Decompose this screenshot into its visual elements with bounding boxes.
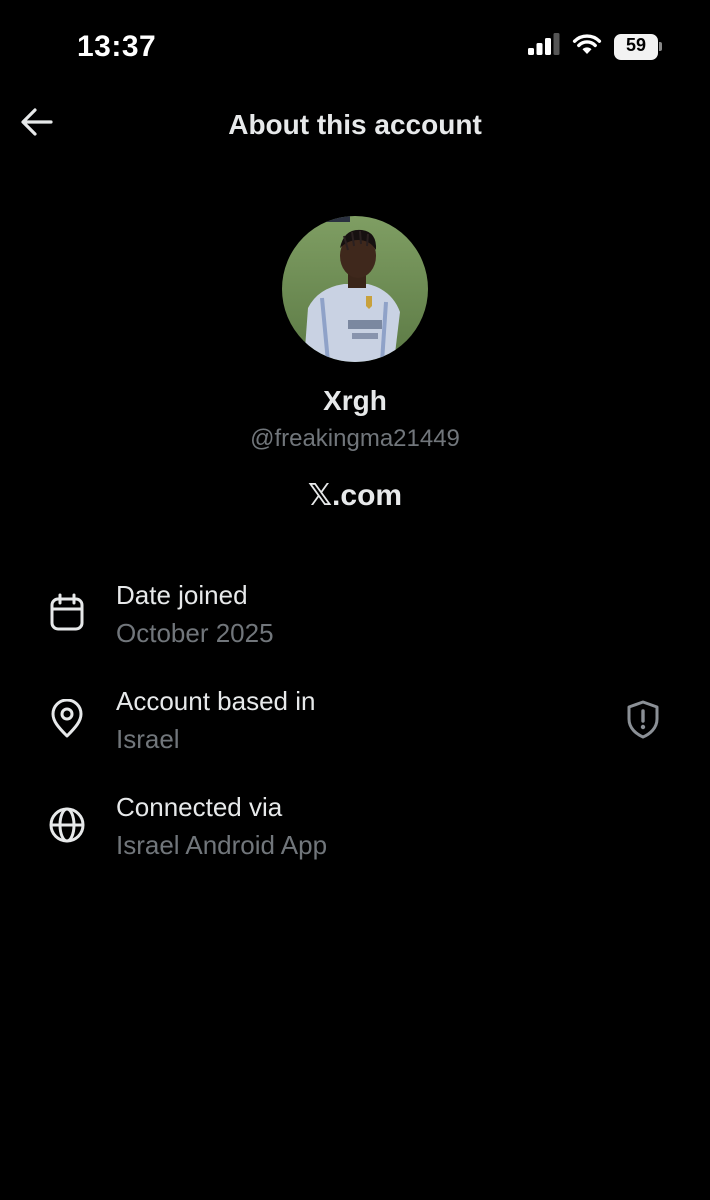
location-pin-icon <box>46 698 88 740</box>
header: About this account <box>0 95 710 157</box>
status-icons: 59 <box>528 33 662 60</box>
globe-icon <box>46 804 88 846</box>
avatar[interactable] <box>282 216 428 362</box>
shield-alert-icon <box>625 699 661 744</box>
display-name: Xrgh <box>323 385 387 416</box>
info-title: Connected via <box>116 792 283 822</box>
location-info-button[interactable] <box>622 700 664 742</box>
calendar-icon <box>46 592 88 634</box>
page-title: About this account <box>228 109 482 140</box>
status-bar: 13:37 59 <box>0 0 710 95</box>
site-label: 𝕏.com <box>307 479 403 512</box>
info-title: Account based in <box>116 686 316 716</box>
info-value: October 2025 <box>116 618 274 648</box>
info-title: Date joined <box>116 580 248 610</box>
wifi-icon <box>572 33 602 60</box>
username-handle: @freakingma21449 <box>250 425 460 452</box>
status-time: 13:37 <box>77 30 157 63</box>
battery-icon: 59 <box>614 33 662 60</box>
info-row-account-based-in: Account based in Israel <box>0 686 710 766</box>
info-row-date-joined: Date joined October 2025 <box>0 580 710 660</box>
info-value: Israel <box>116 724 180 754</box>
battery-level: 59 <box>625 34 647 55</box>
info-value: Israel Android App <box>116 830 328 860</box>
cellular-signal-icon <box>528 33 560 60</box>
info-row-connected-via: Connected via Israel Android App <box>0 792 710 872</box>
